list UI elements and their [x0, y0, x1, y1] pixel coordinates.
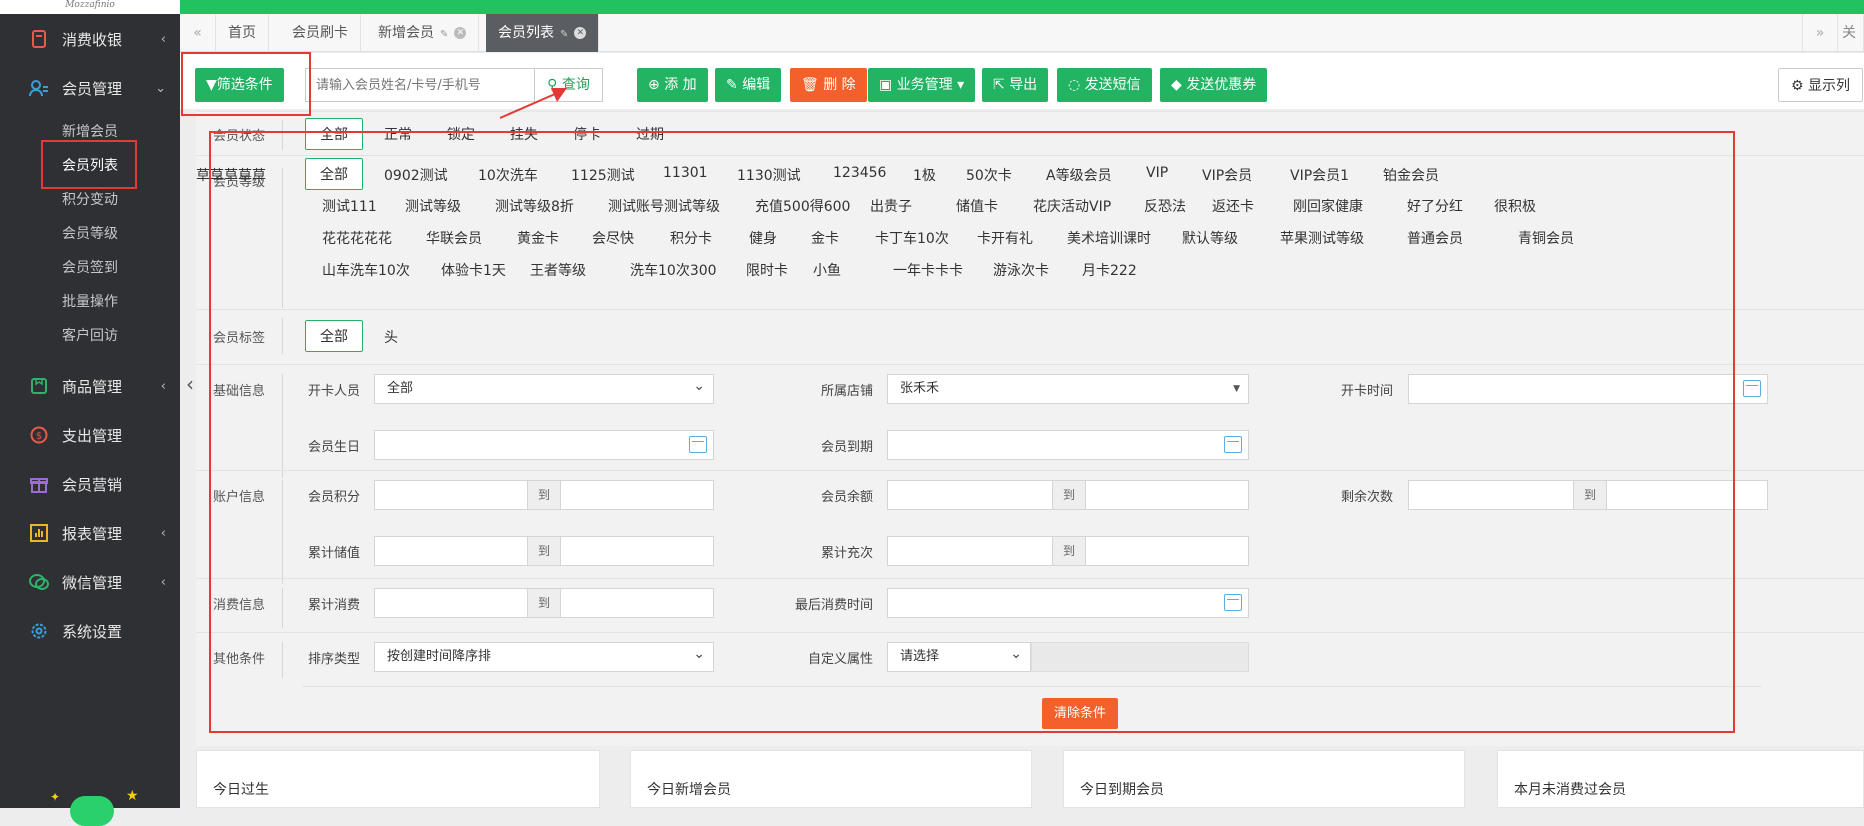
trash-icon: 🗑 — [801, 77, 819, 93]
tab-label: 会员列表 — [498, 25, 554, 41]
tag-icon: ◆ — [1171, 77, 1182, 93]
delete-button[interactable]: 🗑 删 除 — [790, 68, 867, 102]
sidebar-item-levels[interactable]: 会员等级 — [62, 223, 118, 243]
cashier-icon — [28, 28, 50, 50]
chevron-left-icon: ‹ — [160, 574, 166, 590]
toolbar: ▼筛选条件 ⚲ 查询 ⊕ 添 加 ✎ 编辑 🗑 删 除 ▣ 业务管理 ▾ ⇱ 导… — [180, 53, 1864, 109]
stat-birthday-today: 今日过生 — [196, 750, 600, 808]
gear-icon: ⚙ — [1791, 78, 1804, 94]
chevron-left-icon: ‹ — [160, 31, 166, 47]
chevron-down-icon: ⌄ — [155, 80, 166, 96]
star-icon: ★ — [126, 788, 139, 804]
add-button[interactable]: ⊕ 添 加 — [637, 68, 708, 102]
tabs-close-menu[interactable]: 关 — [1838, 14, 1864, 52]
tabs-scroll-right-icon[interactable]: » — [1802, 14, 1838, 52]
briefcase-icon: ▣ — [879, 77, 893, 93]
tab-label: 首页 — [228, 25, 256, 41]
tab-member-list[interactable]: 会员列表 ✎ ✕ — [486, 14, 600, 52]
nav-members[interactable]: 会员管理 ⌄ — [0, 66, 180, 110]
stat-expire-today: 今日到期会员 — [1063, 750, 1465, 808]
sidebar-item-checkin[interactable]: 会员签到 — [62, 257, 118, 277]
wechat-icon — [28, 571, 50, 593]
nav-wechat[interactable]: 微信管理 ‹ — [0, 560, 180, 604]
caret-down-icon: ▾ — [957, 77, 965, 93]
gear-icon — [28, 620, 50, 642]
collapse-sidebar-icon[interactable]: ‹ — [186, 372, 194, 396]
annotation-box — [41, 140, 137, 189]
nav-label: 会员营销 — [62, 475, 123, 494]
nav-expense[interactable]: $ 支出管理 — [0, 413, 180, 457]
nav-label: 支出管理 — [62, 426, 123, 445]
send-sms-button[interactable]: ◌ 发送短信 — [1057, 68, 1152, 102]
pin-icon[interactable]: ✎ — [440, 29, 448, 40]
annotation-box — [209, 131, 1735, 733]
button-label: 删 除 — [823, 77, 856, 93]
report-icon — [28, 522, 50, 544]
star-icon: ✦ — [50, 790, 61, 804]
nav-label: 会员管理 — [62, 79, 123, 98]
edit-button[interactable]: ✎ 编辑 — [715, 68, 782, 102]
tab-swipe-card[interactable]: 会员刷卡 — [280, 14, 361, 52]
nav-label: 消费收银 — [62, 30, 123, 49]
button-label: 显示列 — [1808, 78, 1851, 94]
button-label: 业务管理 — [896, 77, 953, 93]
annotation-arrow — [499, 88, 567, 119]
tabs-scroll-left-icon[interactable]: « — [180, 14, 216, 52]
pin-icon[interactable]: ✎ — [560, 29, 568, 40]
columns-button[interactable]: ⚙ 显示列 — [1778, 68, 1864, 102]
tab-label: 会员刷卡 — [292, 25, 348, 41]
business-menu-button[interactable]: ▣ 业务管理 ▾ — [868, 68, 976, 102]
chevron-left-icon: ‹ — [160, 525, 166, 541]
sidebar-item-add-member[interactable]: 新增会员 — [62, 121, 118, 141]
tab-bar: « 首页 会员刷卡 新增会员 ✎ ✕ 会员列表 ✎ ✕ » 关 — [180, 14, 1864, 52]
sidebar-item-visit[interactable]: 客户回访 — [62, 325, 118, 345]
nav-cashier[interactable]: 消费收银 ‹ — [0, 17, 180, 61]
gift-icon — [28, 473, 50, 495]
sidebar-mascot — [70, 796, 114, 826]
stat-inactive-month: 本月未消费过会员 — [1497, 750, 1864, 808]
export-icon: ⇱ — [993, 77, 1005, 93]
sidebar: Mozzafinio 消费收银 ‹ 会员管理 ⌄ 新增会员 会员列表 积分变动 会员… — [0, 0, 180, 826]
nav-label: 报表管理 — [62, 524, 123, 543]
nav-label: 微信管理 — [62, 573, 123, 592]
annotation-box — [181, 52, 311, 116]
button-label: 导出 — [1009, 77, 1038, 93]
button-label: 发送短信 — [1084, 77, 1141, 93]
edit-icon: ✎ — [726, 77, 738, 93]
nav-marketing[interactable]: 会员营销 — [0, 462, 180, 506]
sidebar-item-batch[interactable]: 批量操作 — [62, 291, 118, 311]
logo: Mozzafinio — [0, 0, 180, 14]
button-label: 发送优惠券 — [1186, 77, 1257, 93]
tab-add-member[interactable]: 新增会员 ✎ ✕ — [366, 14, 480, 52]
send-coupon-button[interactable]: ◆ 发送优惠券 — [1160, 68, 1268, 102]
tab-home[interactable]: 首页 — [216, 14, 269, 52]
sidebar-item-points[interactable]: 积分变动 — [62, 189, 118, 209]
chat-icon: ◌ — [1068, 77, 1081, 93]
button-label: 编辑 — [742, 77, 771, 93]
nav-settings[interactable]: 系统设置 — [0, 609, 180, 653]
members-icon — [28, 77, 50, 99]
tab-label: 新增会员 — [378, 25, 434, 41]
nav-goods[interactable]: 商品管理 ‹ — [0, 364, 180, 408]
close-icon[interactable]: ✕ — [574, 27, 587, 39]
top-bar — [180, 0, 1864, 14]
nav-label: 系统设置 — [62, 622, 123, 641]
stat-new-today: 今日新增会员 — [630, 750, 1032, 808]
svg-text:$: $ — [36, 431, 42, 442]
export-button[interactable]: ⇱ 导出 — [982, 68, 1049, 102]
close-icon[interactable]: ✕ — [454, 27, 467, 39]
button-label: 添 加 — [664, 77, 697, 93]
calendar-icon[interactable] — [1743, 380, 1761, 397]
nav-report[interactable]: 报表管理 ‹ — [0, 511, 180, 555]
chevron-left-icon: ‹ — [160, 378, 166, 394]
goods-icon — [28, 375, 50, 397]
expense-icon: $ — [28, 424, 50, 446]
plus-circle-icon: ⊕ — [648, 77, 660, 93]
nav-label: 商品管理 — [62, 377, 123, 396]
